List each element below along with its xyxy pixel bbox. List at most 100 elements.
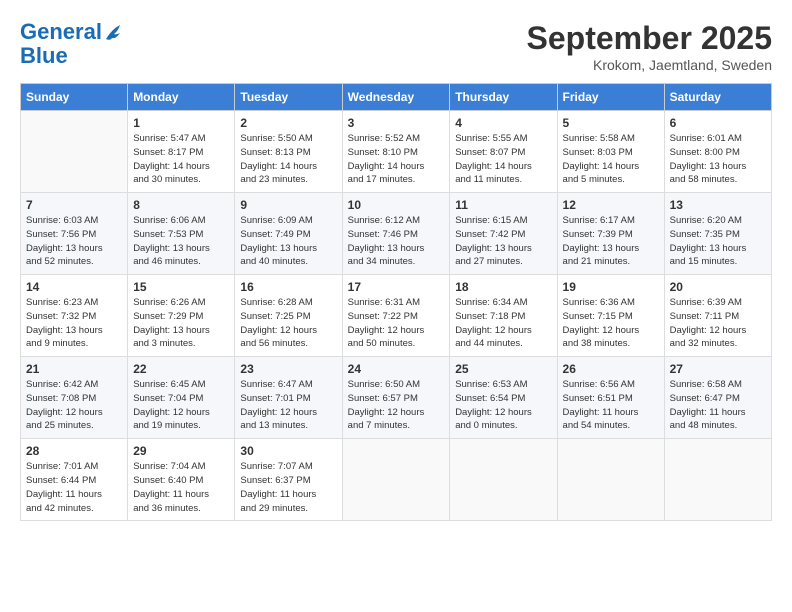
day-number: 28 (26, 444, 122, 458)
weekday-header-sunday: Sunday (21, 84, 128, 111)
calendar-cell (664, 439, 771, 521)
calendar-cell: 13 Sunrise: 6:20 AMSunset: 7:35 PMDayligh… (664, 193, 771, 275)
day-info: Sunrise: 6:39 AMSunset: 7:11 PMDaylight:… (670, 296, 766, 351)
day-number: 12 (563, 198, 659, 212)
weekday-header-tuesday: Tuesday (235, 84, 342, 111)
day-number: 4 (455, 116, 551, 130)
calendar-week-row: 7 Sunrise: 6:03 AMSunset: 7:56 PMDaylight… (21, 193, 772, 275)
weekday-header-monday: Monday (128, 84, 235, 111)
day-number: 11 (455, 198, 551, 212)
day-number: 20 (670, 280, 766, 294)
calendar-cell: 21Sunrise: 6:42 AMSunset: 7:08 PMDayligh… (21, 357, 128, 439)
calendar-week-row: 28 Sunrise: 7:01 AMSunset: 6:44 PMDayligh… (21, 439, 772, 521)
day-number: 19 (563, 280, 659, 294)
day-info: Sunrise: 6:56 AMSunset: 6:51 PMDaylight:… (563, 378, 659, 433)
calendar-cell: 7 Sunrise: 6:03 AMSunset: 7:56 PMDaylight… (21, 193, 128, 275)
calendar-cell: 15 Sunrise: 6:26 AMSunset: 7:29 PMDayligh… (128, 275, 235, 357)
day-number: 29 (133, 444, 229, 458)
day-info: Sunrise: 6:12 AMSunset: 7:46 PMDaylight:… (348, 214, 445, 269)
calendar-cell: 17 Sunrise: 6:31 AMSunset: 7:22 PMDayligh… (342, 275, 450, 357)
calendar-week-row: 1 Sunrise: 5:47 AMSunset: 8:17 PMDaylight… (21, 111, 772, 193)
calendar-cell: 16 Sunrise: 6:28 AMSunset: 7:25 PMDayligh… (235, 275, 342, 357)
calendar-cell (557, 439, 664, 521)
calendar-cell: 24 Sunrise: 6:50 AMSunset: 6:57 PMDayligh… (342, 357, 450, 439)
day-number: 16 (240, 280, 336, 294)
day-info: Sunrise: 6:28 AMSunset: 7:25 PMDaylight:… (240, 296, 336, 351)
calendar-cell (21, 111, 128, 193)
day-info: Sunrise: 6:20 AMSunset: 7:35 PMDaylight:… (670, 214, 766, 269)
logo: General Blue (20, 20, 122, 68)
day-info: Sunrise: 6:45 AMSunset: 7:04 PMDaylight:… (133, 378, 229, 433)
weekday-header-thursday: Thursday (450, 84, 557, 111)
day-info: Sunrise: 6:23 AMSunset: 7:32 PMDaylight:… (26, 296, 122, 351)
calendar-cell: 28 Sunrise: 7:01 AMSunset: 6:44 PMDayligh… (21, 439, 128, 521)
day-number: 21 (26, 362, 122, 376)
calendar-cell: 1 Sunrise: 5:47 AMSunset: 8:17 PMDaylight… (128, 111, 235, 193)
day-number: 17 (348, 280, 445, 294)
day-info: Sunrise: 6:03 AMSunset: 7:56 PMDaylight:… (26, 214, 122, 269)
day-info: Sunrise: 6:50 AMSunset: 6:57 PMDaylight:… (348, 378, 445, 433)
calendar-cell: 22 Sunrise: 6:45 AMSunset: 7:04 PMDayligh… (128, 357, 235, 439)
day-number: 18 (455, 280, 551, 294)
calendar-cell: 29 Sunrise: 7:04 AMSunset: 6:40 PMDayligh… (128, 439, 235, 521)
day-info: Sunrise: 5:47 AMSunset: 8:17 PMDaylight:… (133, 132, 229, 187)
day-info: Sunrise: 6:06 AMSunset: 7:53 PMDaylight:… (133, 214, 229, 269)
day-number: 5 (563, 116, 659, 130)
calendar-week-row: 21Sunrise: 6:42 AMSunset: 7:08 PMDayligh… (21, 357, 772, 439)
day-info: Sunrise: 5:55 AMSunset: 8:07 PMDaylight:… (455, 132, 551, 187)
calendar-cell: 8 Sunrise: 6:06 AMSunset: 7:53 PMDaylight… (128, 193, 235, 275)
day-number: 25 (455, 362, 551, 376)
calendar-cell: 27Sunrise: 6:58 AMSunset: 6:47 PMDayligh… (664, 357, 771, 439)
day-number: 6 (670, 116, 766, 130)
day-number: 10 (348, 198, 445, 212)
calendar-cell (342, 439, 450, 521)
day-info: Sunrise: 6:31 AMSunset: 7:22 PMDaylight:… (348, 296, 445, 351)
logo-text: General (20, 20, 102, 44)
calendar-cell: 23Sunrise: 6:47 AMSunset: 7:01 PMDayligh… (235, 357, 342, 439)
calendar-cell: 26 Sunrise: 6:56 AMSunset: 6:51 PMDayligh… (557, 357, 664, 439)
day-number: 15 (133, 280, 229, 294)
day-info: Sunrise: 6:09 AMSunset: 7:49 PMDaylight:… (240, 214, 336, 269)
day-info: Sunrise: 5:58 AMSunset: 8:03 PMDaylight:… (563, 132, 659, 187)
weekday-header-wednesday: Wednesday (342, 84, 450, 111)
calendar-cell: 5 Sunrise: 5:58 AMSunset: 8:03 PMDaylight… (557, 111, 664, 193)
day-number: 26 (563, 362, 659, 376)
day-number: 27 (670, 362, 766, 376)
location: Krokom, Jaemtland, Sweden (527, 57, 772, 73)
day-number: 14 (26, 280, 122, 294)
day-number: 1 (133, 116, 229, 130)
calendar-cell (450, 439, 557, 521)
calendar-cell: 19 Sunrise: 6:36 AMSunset: 7:15 PMDayligh… (557, 275, 664, 357)
day-info: Sunrise: 6:36 AMSunset: 7:15 PMDaylight:… (563, 296, 659, 351)
day-info: Sunrise: 6:17 AMSunset: 7:39 PMDaylight:… (563, 214, 659, 269)
logo-bird-icon (104, 21, 122, 43)
weekday-header-row: SundayMondayTuesdayWednesdayThursdayFrid… (21, 84, 772, 111)
calendar-cell: 25 Sunrise: 6:53 AMSunset: 6:54 PMDayligh… (450, 357, 557, 439)
calendar-week-row: 14 Sunrise: 6:23 AMSunset: 7:32 PMDayligh… (21, 275, 772, 357)
day-info: Sunrise: 7:01 AMSunset: 6:44 PMDaylight:… (26, 460, 122, 515)
calendar-cell: 18Sunrise: 6:34 AMSunset: 7:18 PMDayligh… (450, 275, 557, 357)
weekday-header-saturday: Saturday (664, 84, 771, 111)
day-info: Sunrise: 6:47 AMSunset: 7:01 PMDaylight:… (240, 378, 336, 433)
day-number: 3 (348, 116, 445, 130)
day-number: 22 (133, 362, 229, 376)
day-number: 13 (670, 198, 766, 212)
day-number: 7 (26, 198, 122, 212)
day-number: 8 (133, 198, 229, 212)
day-info: Sunrise: 6:53 AMSunset: 6:54 PMDaylight:… (455, 378, 551, 433)
month-title: September 2025 (527, 20, 772, 57)
logo-text-blue: Blue (20, 44, 122, 68)
calendar-cell: 14 Sunrise: 6:23 AMSunset: 7:32 PMDayligh… (21, 275, 128, 357)
day-info: Sunrise: 5:52 AMSunset: 8:10 PMDaylight:… (348, 132, 445, 187)
calendar-cell: 9Sunrise: 6:09 AMSunset: 7:49 PMDaylight… (235, 193, 342, 275)
day-number: 2 (240, 116, 336, 130)
weekday-header-friday: Friday (557, 84, 664, 111)
day-number: 30 (240, 444, 336, 458)
day-info: Sunrise: 6:26 AMSunset: 7:29 PMDaylight:… (133, 296, 229, 351)
day-info: Sunrise: 6:01 AMSunset: 8:00 PMDaylight:… (670, 132, 766, 187)
day-info: Sunrise: 7:07 AMSunset: 6:37 PMDaylight:… (240, 460, 336, 515)
day-number: 24 (348, 362, 445, 376)
calendar-cell: 11Sunrise: 6:15 AMSunset: 7:42 PMDayligh… (450, 193, 557, 275)
day-info: Sunrise: 7:04 AMSunset: 6:40 PMDaylight:… (133, 460, 229, 515)
calendar-cell: 4 Sunrise: 5:55 AMSunset: 8:07 PMDaylight… (450, 111, 557, 193)
